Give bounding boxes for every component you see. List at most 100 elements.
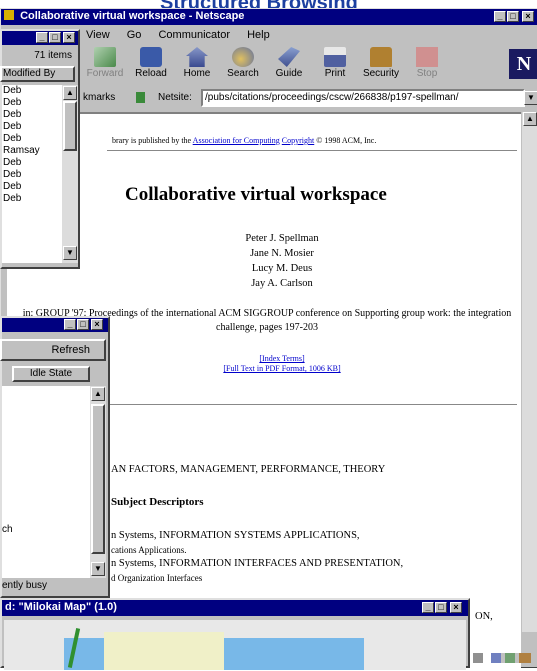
file-list-scroll-thumb[interactable]: [63, 101, 77, 151]
document-scrollbar[interactable]: ▲: [522, 112, 537, 632]
netscape-minimize-button[interactable]: _: [494, 11, 506, 22]
status-window-maximize-button[interactable]: □: [77, 319, 89, 330]
map-land: [104, 632, 224, 670]
list-item[interactable]: Deb: [2, 97, 62, 109]
bookmarks-button[interactable]: kmarks: [83, 89, 115, 107]
file-list-close-button[interactable]: ×: [63, 32, 75, 43]
security-button[interactable]: Security: [359, 45, 403, 79]
map-window-maximize-button[interactable]: □: [435, 602, 447, 613]
author: Lucy M. Deus: [251, 263, 313, 274]
list-item[interactable]: Deb: [2, 109, 62, 121]
status-window-title-bar: _ □ ×: [2, 318, 108, 332]
netscape-window-title: Collaborative virtual workspace - Netsca…: [20, 10, 245, 22]
netscape-close-button[interactable]: ×: [522, 11, 534, 22]
netscape-maximize-button[interactable]: □: [507, 11, 519, 22]
subject-line: cations Applications.: [111, 545, 187, 555]
padlock-icon: [370, 47, 392, 67]
file-list-minimize-button[interactable]: _: [36, 32, 48, 43]
file-list-maximize-button[interactable]: □: [49, 32, 61, 43]
file-list-scroll-up-icon[interactable]: ▲: [63, 86, 77, 100]
list-item[interactable]: Deb: [2, 85, 62, 97]
url-dropdown-arrow-icon[interactable]: ▼: [524, 91, 537, 105]
netscape-title-bar: Collaborative virtual workspace - Netsca…: [1, 9, 537, 25]
menu-view[interactable]: View: [86, 29, 110, 41]
list-item[interactable]: Deb: [2, 181, 62, 193]
file-list-scroll-down-icon[interactable]: ▼: [63, 246, 77, 260]
status-scroll-down-icon[interactable]: ▼: [91, 562, 105, 576]
status-list-item[interactable]: ch: [2, 524, 13, 535]
list-item[interactable]: Deb: [2, 133, 62, 145]
author: Jay A. Carlson: [251, 278, 313, 289]
status-scroll-up-icon[interactable]: ▲: [91, 387, 105, 401]
list-item[interactable]: Deb: [2, 121, 62, 133]
map-window-title-bar: d: "Milokai Map" (1.0) _ □ ×: [2, 600, 468, 616]
home-button[interactable]: Home: [175, 45, 219, 79]
status-list: ch: [2, 386, 90, 578]
divider-mid: [107, 404, 517, 405]
guide-button[interactable]: Guide: [267, 45, 311, 79]
subject-line-trailing: ON,: [475, 611, 493, 622]
author: Jane N. Mosier: [250, 248, 314, 259]
forward-arrow-icon: [94, 47, 116, 67]
subject-line: d Organization Interfaces: [111, 573, 203, 583]
status-scroll-thumb[interactable]: [91, 404, 105, 554]
netscape-logo: N: [509, 49, 537, 79]
full-text-pdf-link[interactable]: [Full Text in PDF Format, 1006 KB]: [147, 364, 417, 374]
bookmark-icon: [136, 92, 145, 103]
forward-button[interactable]: Forward: [83, 45, 127, 79]
url-field[interactable]: /pubs/citations/proceedings/cscw/266838/…: [201, 89, 525, 107]
file-list-title-bar: _ □ ×: [2, 31, 78, 45]
navigation-toolbar: Forward Reload Home Search Guide Print S…: [83, 45, 513, 83]
list-item[interactable]: Deb: [2, 169, 62, 181]
printer-icon: [324, 47, 346, 67]
netscape-app-icon: [4, 10, 14, 20]
home-icon: [186, 47, 208, 67]
scroll-up-arrow-icon[interactable]: ▲: [523, 112, 537, 126]
list-item[interactable]: Deb: [2, 157, 62, 169]
subject-line: n Systems, INFORMATION INTERFACES AND PR…: [111, 558, 404, 569]
column-header-modified-by[interactable]: Modified By: [0, 66, 75, 82]
reload-button[interactable]: Reload: [129, 45, 173, 79]
index-terms-link[interactable]: [Index Terms]: [147, 354, 417, 364]
file-list: Deb Deb Deb Deb Deb Ramsay Deb Deb Deb D…: [2, 85, 62, 263]
status-component-icons: [491, 653, 531, 663]
list-item[interactable]: Ramsay: [2, 145, 62, 157]
guide-icon: [278, 47, 300, 67]
status-message: ently busy: [2, 580, 48, 591]
stop-button[interactable]: Stop: [405, 45, 449, 79]
author: Peter J. Spellman: [245, 233, 319, 244]
map-window: d: "Milokai Map" (1.0) _ □ ×: [0, 598, 470, 670]
menu-communicator[interactable]: Communicator: [158, 29, 230, 41]
netsite-label: Netsite:: [158, 92, 192, 103]
map-window-close-button[interactable]: ×: [450, 602, 462, 613]
subject-descriptors-heading: Subject Descriptors: [111, 496, 204, 508]
location-bar: kmarks Netsite: /pubs/citations/proceedi…: [83, 89, 537, 107]
author-list: Peter J. Spellman Jane N. Mosier Lucy M.…: [187, 231, 377, 291]
idle-state-button[interactable]: Idle State: [12, 366, 90, 382]
divider-top: [107, 150, 517, 151]
map-canvas[interactable]: [4, 620, 466, 670]
menu-bar: View Go Communicator Help: [86, 29, 284, 41]
status-window-minimize-button[interactable]: _: [64, 319, 76, 330]
general-terms: AN FACTORS, MANAGEMENT, PERFORMANCE, THE…: [111, 464, 386, 475]
subject-descriptors: n Systems, INFORMATION SYSTEMS APPLICATI…: [111, 529, 403, 585]
index-links: [Index Terms] [Full Text in PDF Format, …: [147, 354, 417, 374]
status-list-scrollbar[interactable]: ▲ ▼: [90, 386, 106, 578]
list-item[interactable]: Deb: [2, 193, 62, 205]
file-list-scrollbar[interactable]: ▲ ▼: [62, 85, 78, 263]
status-window-close-button[interactable]: ×: [91, 319, 103, 330]
search-button[interactable]: Search: [221, 45, 265, 79]
page-title: Collaborative virtual workspace: [125, 184, 387, 205]
publisher-line: brary is published by the Association fo…: [112, 136, 377, 145]
map-window-minimize-button[interactable]: _: [422, 602, 434, 613]
status-window: _ □ × Refresh Idle State ch ▲ ▼ ently bu…: [0, 316, 110, 598]
status-bar: [469, 649, 537, 669]
status-lock-icon: [473, 653, 483, 663]
refresh-button[interactable]: Refresh: [0, 339, 106, 361]
reload-icon: [140, 47, 162, 67]
print-button[interactable]: Print: [313, 45, 357, 79]
acm-link[interactable]: Association for Computing: [193, 136, 280, 145]
menu-help[interactable]: Help: [247, 29, 270, 41]
copyright-link[interactable]: Copyright: [282, 136, 314, 145]
menu-go[interactable]: Go: [127, 29, 142, 41]
